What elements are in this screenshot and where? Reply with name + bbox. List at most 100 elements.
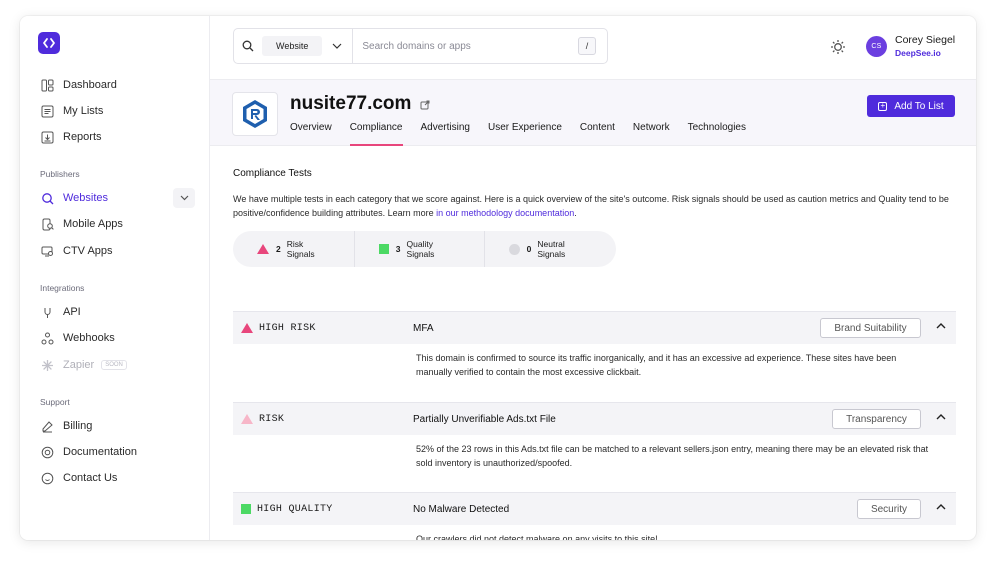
chevron-up-icon[interactable] — [936, 322, 946, 329]
tab-compliance[interactable]: Compliance — [349, 122, 403, 146]
search-input[interactable] — [362, 40, 563, 52]
user-name[interactable]: Corey Siegel — [895, 34, 955, 46]
chevron-down-icon[interactable] — [322, 43, 352, 49]
section-label-integrations: Integrations — [40, 283, 85, 293]
risk-level: HIGH QUALITY — [241, 504, 333, 515]
tv-search-icon — [40, 244, 54, 258]
sidebar-item-dashboard[interactable]: Dashboard — [40, 75, 117, 95]
risk-level-label: RISK — [259, 413, 285, 425]
methodology-link[interactable]: in our methodology documentation — [436, 208, 574, 218]
risk-level: HIGH RISK — [241, 323, 316, 334]
sidebar-item-contact-us[interactable]: Contact Us — [40, 468, 117, 488]
api-icon — [40, 305, 54, 319]
compliance-test-row: RISK Partially Unverifiable Ads.txt File… — [233, 402, 956, 470]
chevron-up-icon[interactable] — [936, 413, 946, 420]
avatar[interactable]: CS — [866, 36, 887, 57]
quality-square-icon — [241, 504, 251, 514]
add-to-list-label: Add To List — [894, 100, 944, 112]
websites-expand-button[interactable] — [173, 188, 195, 208]
tab-technologies[interactable]: Technologies — [688, 122, 746, 146]
risk-signals-summary: 2 Risk Signals — [233, 231, 356, 267]
sidebar-item-label: API — [63, 306, 81, 318]
chevron-up-icon[interactable] — [936, 503, 946, 510]
list-icon — [40, 104, 54, 118]
site-name: nusite77.com — [290, 93, 412, 114]
theme-toggle-sun-icon[interactable] — [830, 39, 846, 55]
sidebar-item-my-lists[interactable]: My Lists — [40, 101, 103, 121]
tab-advertising[interactable]: Advertising — [421, 122, 470, 146]
test-description: Our crawlers did not detect malware on a… — [416, 534, 658, 540]
app-window: Dashboard My Lists Reports Publishers We… — [20, 16, 976, 540]
search-divider — [352, 29, 354, 63]
sidebar-item-label: Dashboard — [63, 79, 117, 91]
dashboard-icon — [40, 78, 54, 92]
add-to-list-button[interactable]: + Add To List — [867, 95, 955, 117]
quality-signal-count: 3 — [395, 244, 401, 254]
description-text: We have multiple tests in each category … — [233, 194, 949, 218]
chevron-down-icon — [180, 195, 188, 201]
compliance-test-row: HIGH QUALITY No Malware Detected Securit… — [233, 492, 956, 540]
external-link-icon[interactable] — [420, 100, 430, 110]
search-icon — [236, 40, 260, 52]
section-label-publishers: Publishers — [40, 169, 80, 179]
category-tag[interactable]: Brand Suitability — [820, 318, 921, 338]
sidebar-item-websites[interactable]: Websites — [40, 188, 108, 208]
tab-content[interactable]: Content — [580, 122, 615, 146]
quality-signal-label: Quality Signals — [406, 239, 435, 259]
sidebar: Dashboard My Lists Reports Publishers We… — [20, 16, 210, 540]
sidebar-item-label: Reports — [63, 131, 102, 143]
code-brackets-icon — [43, 38, 55, 48]
app-logo[interactable] — [38, 32, 60, 54]
signal-summary: 2 Risk Signals 3 Quality Signals 0 Neutr… — [233, 231, 616, 267]
sidebar-item-label: Webhooks — [63, 332, 115, 344]
sidebar-item-label: Documentation — [63, 446, 137, 458]
user-organization[interactable]: DeepSee.io — [895, 48, 941, 58]
sidebar-item-label: Mobile Apps — [63, 218, 123, 230]
site-logo-hexagon-icon — [243, 100, 267, 128]
tab-overview[interactable]: Overview — [290, 122, 332, 146]
risk-triangle-icon — [257, 244, 269, 254]
mobile-search-icon — [40, 217, 54, 231]
site-header: nusite77.com Overview Compliance Adverti… — [210, 80, 976, 146]
sidebar-item-documentation[interactable]: Documentation — [40, 442, 137, 462]
sidebar-item-ctv-apps[interactable]: CTV Apps — [40, 241, 113, 261]
section-label-support: Support — [40, 397, 70, 407]
risk-level: RISK — [241, 414, 284, 425]
sidebar-item-billing[interactable]: Billing — [40, 416, 92, 436]
category-tag[interactable]: Transparency — [832, 409, 921, 429]
sidebar-item-mobile-apps[interactable]: Mobile Apps — [40, 214, 123, 234]
category-tag[interactable]: Security — [857, 499, 921, 519]
neutral-signal-label: Neutral Signals — [537, 239, 566, 259]
site-tabs: Overview Compliance Advertising User Exp… — [290, 122, 764, 146]
test-header[interactable]: HIGH RISK MFA Brand Suitability — [233, 311, 956, 344]
sidebar-item-label: Zapier — [63, 359, 95, 371]
plus-icon: + — [878, 101, 888, 111]
test-header[interactable]: RISK Partially Unverifiable Ads.txt File… — [233, 402, 956, 435]
risk-signal-label: Risk Signals — [286, 239, 315, 259]
risk-triangle-icon — [241, 414, 253, 424]
compliance-panel: Compliance Tests We have multiple tests … — [210, 146, 976, 540]
sidebar-item-api[interactable]: API — [40, 302, 81, 322]
test-title: No Malware Detected — [413, 503, 510, 515]
sidebar-item-label: CTV Apps — [63, 245, 113, 257]
test-header[interactable]: HIGH QUALITY No Malware Detected Securit… — [233, 492, 956, 525]
test-title: Partially Unverifiable Ads.txt File — [413, 413, 556, 425]
billing-icon — [40, 419, 54, 433]
neutral-circle-icon — [509, 243, 520, 255]
search-type-select[interactable]: Website — [262, 36, 323, 56]
report-icon — [40, 130, 54, 144]
site-favicon — [232, 92, 278, 136]
section-title: Compliance Tests — [233, 168, 312, 179]
risk-level-label: HIGH RISK — [259, 322, 316, 334]
keyboard-shortcut-hint: / — [578, 37, 596, 55]
neutral-signals-summary: 0 Neutral Signals — [485, 231, 616, 267]
sidebar-item-label: Websites — [63, 192, 109, 204]
search-bar: Website / — [233, 28, 608, 64]
tab-network[interactable]: Network — [633, 122, 670, 146]
sidebar-item-label: Billing — [63, 420, 93, 432]
test-description: This domain is confirmed to source its t… — [416, 353, 897, 377]
neutral-signal-count: 0 — [526, 244, 532, 254]
sidebar-item-webhooks[interactable]: Webhooks — [40, 328, 115, 348]
sidebar-item-reports[interactable]: Reports — [40, 127, 102, 147]
tab-user-experience[interactable]: User Experience — [488, 122, 562, 146]
